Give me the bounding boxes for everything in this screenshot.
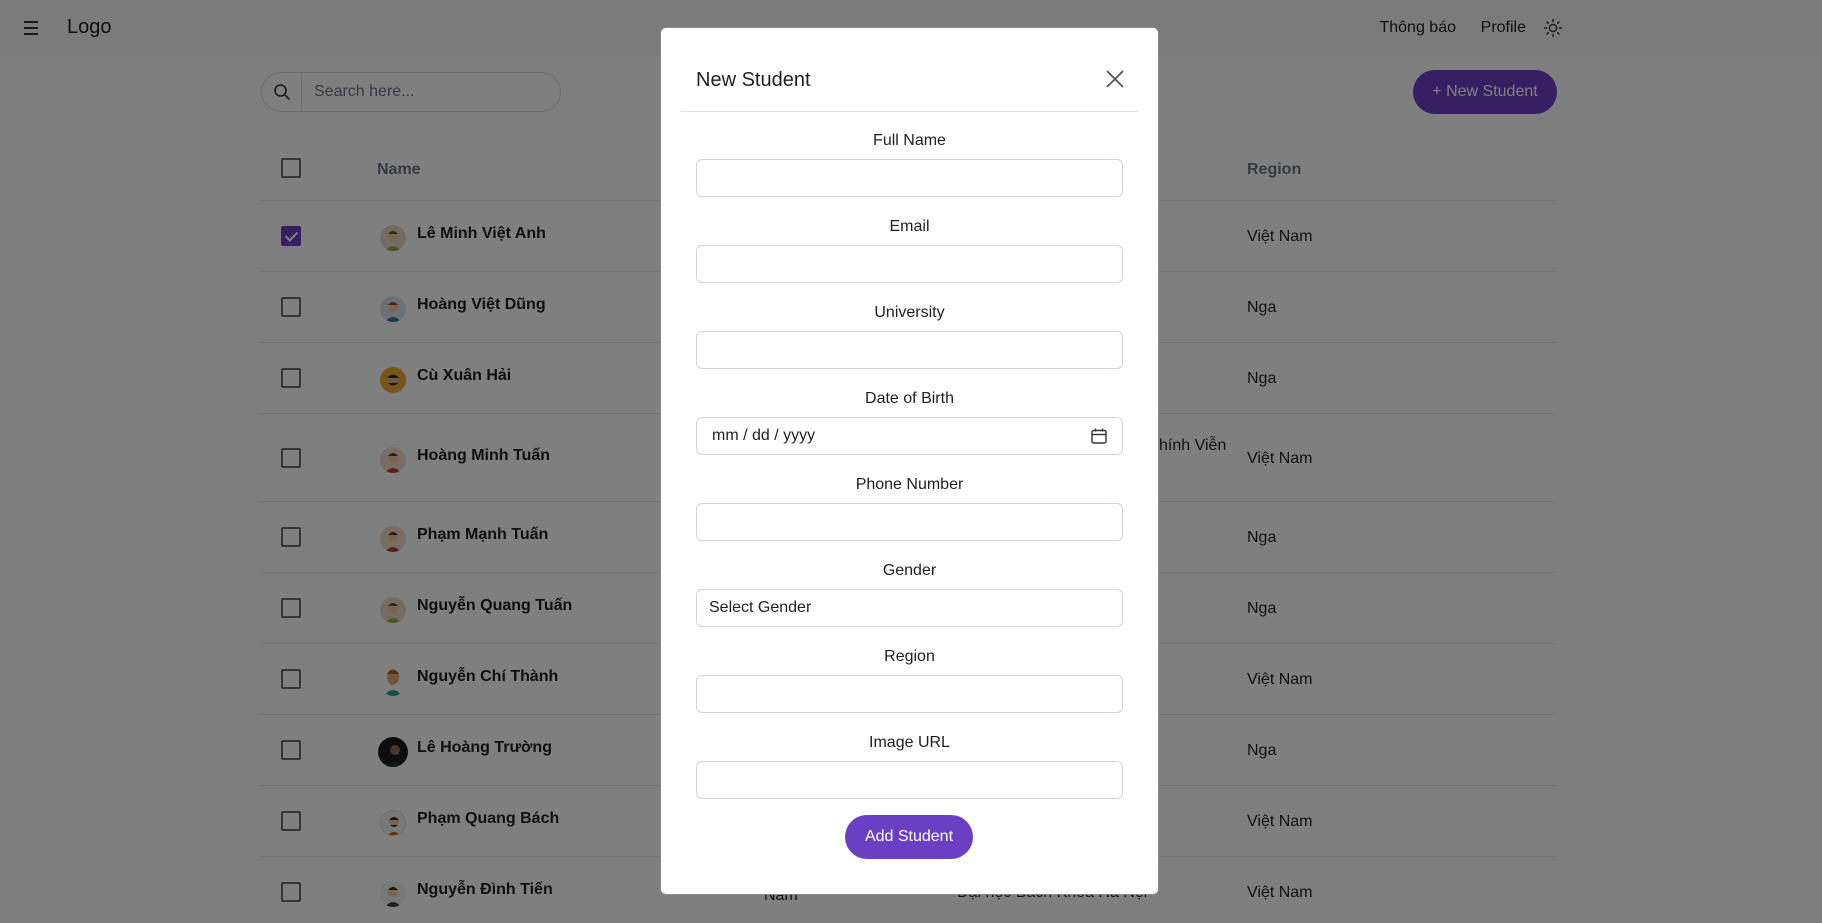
gender-select[interactable]: Select Gender	[696, 589, 1123, 627]
dob-label: Date of Birth	[865, 390, 954, 407]
dob-field[interactable]: mm / dd / yyyy	[696, 417, 1123, 455]
email-field[interactable]	[696, 245, 1123, 283]
image-url-label: Image URL	[869, 734, 950, 751]
phone-label: Phone Number	[855, 476, 964, 493]
region-label: Region	[884, 648, 935, 665]
close-icon[interactable]	[1104, 68, 1126, 90]
dob-placeholder: mm / dd / yyyy	[712, 427, 816, 444]
new-student-modal: New Student Full Name Email University D…	[660, 27, 1159, 895]
phone-field[interactable]	[696, 503, 1123, 541]
modal-divider	[681, 111, 1138, 112]
full-name-label: Full Name	[873, 132, 946, 149]
modal-title: New Student	[696, 69, 811, 91]
full-name-field[interactable]	[696, 159, 1123, 197]
email-label: Email	[889, 218, 930, 235]
region-field[interactable]	[696, 675, 1123, 713]
university-field[interactable]	[696, 331, 1123, 369]
calendar-icon[interactable]	[1090, 427, 1108, 445]
image-url-field[interactable]	[696, 761, 1123, 799]
gender-label: Gender	[882, 562, 937, 579]
add-student-button[interactable]: Add Student	[845, 815, 973, 859]
university-label: University	[874, 304, 945, 321]
gender-selected-value: Select Gender	[709, 599, 812, 616]
